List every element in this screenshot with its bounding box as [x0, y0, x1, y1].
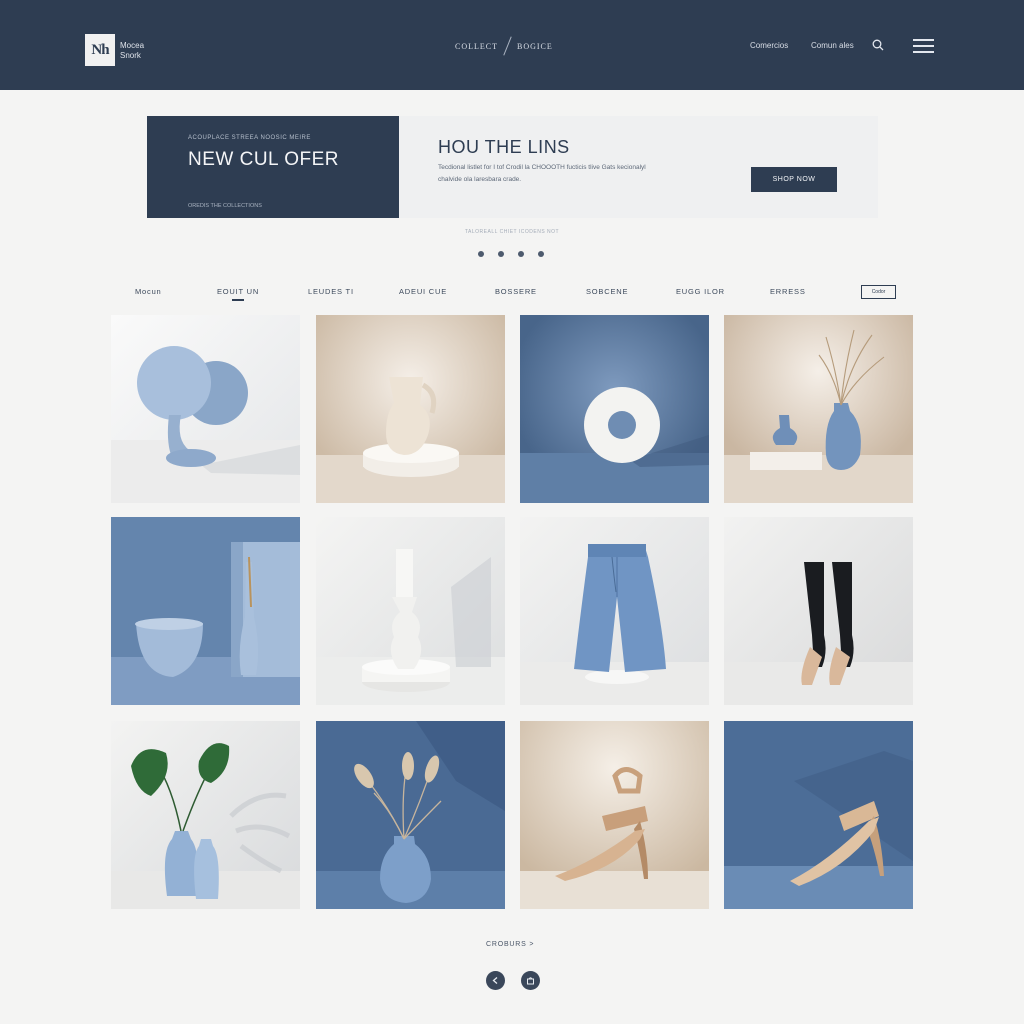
header-link-comun[interactable]: Comun ales: [811, 41, 854, 50]
shop-now-button[interactable]: SHOP NOW: [751, 167, 837, 192]
nav-link-collect[interactable]: COLLECT: [455, 42, 498, 51]
nav-divider: [503, 36, 512, 56]
category-tab-4[interactable]: ADEUI CUE: [399, 287, 447, 296]
previous-icon[interactable]: [486, 971, 505, 990]
product-tile-blue-bowl-and-vase[interactable]: [111, 517, 300, 705]
carousel-dot-4[interactable]: [538, 251, 544, 257]
banner-description: Tecdional listlet for I tof Crodil la CH…: [438, 164, 646, 183]
logo-text-line1: Mocea: [120, 41, 145, 50]
banner-footnote: OREDIS THE COLLECTIONS: [188, 203, 262, 209]
product-tile-blue-vase-set-with-pampas[interactable]: [724, 315, 913, 503]
category-tab-5[interactable]: BOSSERE: [495, 287, 537, 296]
product-tile-blue-wide-leg-trousers[interactable]: [520, 517, 709, 705]
product-tile-blue-vase-with-pampas[interactable]: [316, 721, 505, 909]
category-tab-7[interactable]: EUGG ILOR: [676, 287, 725, 296]
carousel-dots: [478, 251, 544, 257]
product-tile-white-donut-sculpture[interactable]: [520, 315, 709, 503]
banner-kicker: ACOUPLACE STREEA NOOSIC MEIRE: [188, 135, 311, 141]
search-icon[interactable]: [872, 39, 884, 51]
category-tab-2[interactable]: EOUIT UN: [217, 287, 259, 301]
carousel-dot-1[interactable]: [478, 251, 484, 257]
product-tile-beige-strap-pump[interactable]: [724, 721, 913, 909]
product-tile-white-candlestick[interactable]: [316, 517, 505, 705]
filter-button[interactable]: Codor: [861, 285, 896, 299]
top-header: Nh Mocea Snork COLLECT BOGICE Comercios …: [0, 0, 1024, 90]
logo-mark[interactable]: Nh: [85, 34, 115, 66]
product-tile-blue-vases-with-monstera[interactable]: [111, 721, 300, 909]
product-tile-beige-ankle-strap-heel[interactable]: [520, 721, 709, 909]
carousel-caption: TALOREALL CHIET ICODENS NOT: [464, 229, 560, 235]
banner-dark-panel: ACOUPLACE STREEA NOOSIC MEIRE NEW CUL OF…: [147, 116, 399, 218]
bag-icon[interactable]: [521, 971, 540, 990]
category-tab-3[interactable]: LEUDES TI: [308, 287, 354, 296]
category-tab-6[interactable]: SOBCENE: [586, 287, 628, 296]
more-products-link[interactable]: CROBURS >: [486, 941, 534, 948]
category-tab-1[interactable]: Mocun: [135, 287, 162, 296]
product-tile-cream-pitcher-vase[interactable]: [316, 315, 505, 503]
promo-banner: ACOUPLACE STREEA NOOSIC MEIRE NEW CUL OF…: [147, 116, 878, 218]
logo-text: Mocea Snork: [120, 41, 144, 61]
nav-link-bogice[interactable]: BOGICE: [517, 42, 553, 51]
category-tab-8[interactable]: ERRESS: [770, 287, 806, 296]
product-tile-blue-mushroom-sculpture[interactable]: [111, 315, 300, 503]
banner-heading: HOU THE LINS: [438, 137, 570, 157]
logo-text-line2: Snork: [120, 51, 141, 60]
banner-title: NEW CUL OFER: [188, 149, 339, 170]
center-nav: COLLECT BOGICE: [455, 34, 553, 58]
carousel-dot-2[interactable]: [498, 251, 504, 257]
menu-icon[interactable]: [913, 39, 934, 53]
carousel-dot-3[interactable]: [518, 251, 524, 257]
header-link-comercios[interactable]: Comercios: [750, 41, 788, 50]
product-tile-black-socks-nude-heels[interactable]: [724, 517, 913, 705]
